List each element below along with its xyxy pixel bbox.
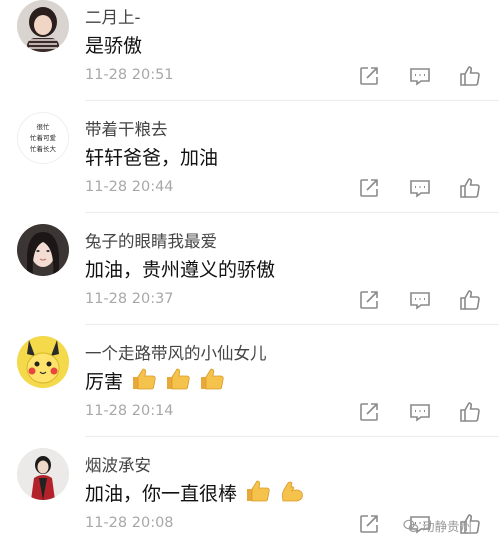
comment-text: 加油，贵州遵义的骄傲 — [85, 259, 276, 281]
like-icon[interactable] — [458, 288, 482, 312]
comment-timestamp: 11-28 20:51 — [85, 67, 174, 83]
avatar-text-line: 忙着可爱 — [30, 133, 57, 142]
share-icon[interactable] — [357, 512, 381, 536]
thumbs-up-icon — [131, 367, 157, 396]
avatar[interactable] — [17, 336, 69, 388]
share-icon[interactable] — [357, 288, 381, 312]
share-icon[interactable] — [357, 64, 381, 88]
comment-text: 轩轩爸爸，加油 — [85, 147, 219, 169]
watermark-text: 动静贵州 — [422, 519, 473, 534]
divider — [85, 324, 499, 325]
watermark: 动静贵州 — [403, 516, 472, 537]
comment-username[interactable]: 带着干粮去 — [85, 116, 168, 140]
reply-icon[interactable] — [408, 288, 432, 312]
comment-text: 加油，你一直很棒 — [85, 479, 305, 508]
share-icon[interactable] — [357, 400, 381, 424]
reply-icon[interactable] — [408, 64, 432, 88]
comment-username[interactable]: 一个走路带风的小仙女儿 — [85, 340, 267, 364]
divider — [85, 100, 499, 101]
comment-username[interactable]: 兔子的眼睛我最爱 — [85, 228, 217, 252]
comment-username[interactable]: 烟波承安 — [85, 452, 151, 476]
comment-text-content: 加油，你一直很棒 — [85, 483, 238, 505]
like-icon[interactable] — [458, 64, 482, 88]
comment-username[interactable]: 二月上- — [85, 4, 140, 28]
wechat-logo-icon — [403, 518, 419, 537]
share-icon[interactable] — [357, 176, 381, 200]
comment-item: 烟波承安 加油，你一直很棒 11-28 20:08 — [0, 448, 499, 560]
thumbs-up-icon — [245, 479, 271, 508]
comment-text-content: 厉害 — [85, 371, 124, 393]
comment-timestamp: 11-28 20:44 — [85, 179, 174, 195]
reply-icon[interactable] — [408, 400, 432, 424]
avatar[interactable] — [17, 0, 69, 52]
like-icon[interactable] — [458, 400, 482, 424]
comment-item: 兔子的眼睛我最爱 加油，贵州遵义的骄傲 11-28 20:37 — [0, 224, 499, 336]
thumbs-up-icon — [165, 367, 191, 396]
reply-icon[interactable] — [408, 176, 432, 200]
avatar-text-line: 很忙 — [37, 122, 51, 131]
thumbs-up-icon — [199, 367, 225, 396]
comment-timestamp: 11-28 20:14 — [85, 403, 174, 419]
avatar[interactable]: 很忙 忙着可爱 忙着长大 — [17, 112, 69, 164]
like-icon[interactable] — [458, 176, 482, 200]
comment-text: 厉害 — [85, 367, 225, 396]
comment-item: 一个走路带风的小仙女儿 厉害 11-28 20:14 — [0, 336, 499, 448]
divider — [85, 436, 499, 437]
comment-item: 二月上- 是骄傲 11-28 20:51 — [0, 0, 499, 112]
comment-text: 是骄傲 — [85, 35, 143, 57]
avatar[interactable] — [17, 224, 69, 276]
divider — [85, 212, 499, 213]
comment-item: 很忙 忙着可爱 忙着长大 带着干粮去 轩轩爸爸，加油 11-28 20:44 — [0, 112, 499, 224]
comment-timestamp: 11-28 20:37 — [85, 291, 174, 307]
avatar[interactable] — [17, 448, 69, 500]
flexed-biceps-icon — [279, 479, 305, 508]
comment-timestamp: 11-28 20:08 — [85, 515, 174, 531]
avatar-text-line: 忙着长大 — [30, 144, 57, 153]
